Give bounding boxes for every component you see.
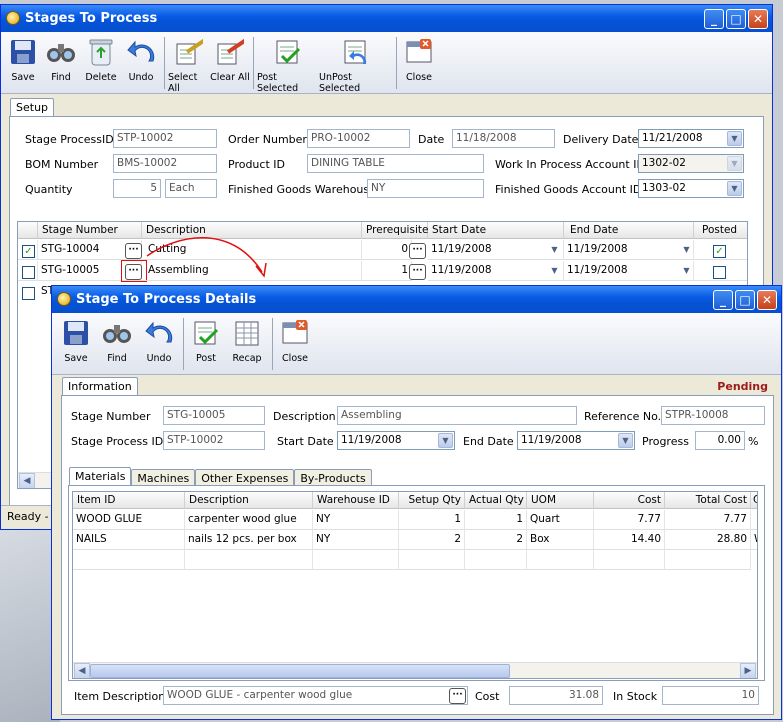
start-date-picker[interactable]: 11/19/2008 ▼ <box>337 431 455 450</box>
column-header[interactable]: Description <box>185 492 313 509</box>
column-header[interactable]: UOM <box>527 492 594 509</box>
setup-qty-cell[interactable]: 2 <box>399 530 465 550</box>
description-cell[interactable]: carpenter wood glue <box>185 510 313 530</box>
total-cost-cell[interactable]: 7.77 <box>665 510 751 530</box>
chevron-down-icon[interactable]: ▼ <box>618 433 633 448</box>
in-stock-field[interactable]: 10 <box>662 686 759 705</box>
recap-icon <box>233 319 261 347</box>
start-date-label: Start Date <box>277 435 334 448</box>
cost-field[interactable]: 31.08 <box>509 686 603 705</box>
undo-arrow-icon <box>145 319 173 347</box>
tab-information[interactable]: Information <box>62 377 138 395</box>
actual-qty-cell[interactable]: 1 <box>465 510 527 530</box>
chevron-down-icon[interactable]: ▼ <box>438 433 453 448</box>
materials-grid: Item ID Description Warehouse ID Setup Q… <box>72 491 758 679</box>
binoculars-icon <box>103 319 131 347</box>
item-description-label: Item Description <box>74 690 166 703</box>
percent-label: % <box>748 435 759 448</box>
close-window-icon <box>281 319 309 347</box>
cost-label: Cost <box>475 690 500 703</box>
item-id-cell[interactable]: NAILS <box>73 530 185 550</box>
stage-process-id-label: Stage Process ID <box>71 435 164 448</box>
ellipsis-button[interactable]: ··· <box>449 688 466 704</box>
details-title-bar[interactable]: Stage To Process Details _ □ ✕ <box>52 286 781 313</box>
setup-qty-cell[interactable]: 1 <box>399 510 465 530</box>
stage-number-field[interactable]: STG-10005 <box>163 406 265 425</box>
warehouse-cell[interactable]: NY <box>313 510 399 530</box>
column-header[interactable]: Setup Qty <box>399 492 465 509</box>
pending-status: Pending <box>717 380 768 393</box>
recap-button[interactable]: Recap <box>225 313 269 373</box>
column-header[interactable]: Total Cost <box>665 492 751 509</box>
progress-label: Progress <box>642 435 689 448</box>
progress-field[interactable]: 0.00 <box>695 431 745 450</box>
cost-cell[interactable]: 14.40 <box>594 530 665 550</box>
uom-cell[interactable]: Box <box>527 530 594 550</box>
warehouse-cell[interactable]: NY <box>313 530 399 550</box>
reference-no-label: Reference No. <box>584 410 662 423</box>
post-button[interactable]: Post <box>187 313 225 373</box>
reference-no-field[interactable]: STPR-10008 <box>661 406 765 425</box>
cost-cell[interactable]: 7.77 <box>594 510 665 530</box>
find-button[interactable]: Find <box>96 313 138 373</box>
toolbar-separator <box>272 318 273 370</box>
toolbar-separator <box>183 318 184 370</box>
floppy-icon <box>62 319 90 347</box>
minimize-button[interactable]: _ <box>713 290 733 310</box>
total-cost-cell[interactable]: 28.80 <box>665 530 751 550</box>
details-window-title: Stage To Process Details <box>76 292 257 307</box>
close-button[interactable]: Close <box>276 313 314 373</box>
post-icon <box>192 319 220 347</box>
extra-cell[interactable] <box>751 510 757 530</box>
undo-button[interactable]: Undo <box>138 313 180 373</box>
close-window-button[interactable]: ✕ <box>757 290 777 310</box>
actual-qty-cell[interactable]: 2 <box>465 530 527 550</box>
stage-to-process-details-window: Stage To Process Details _ □ ✕ Save Find… <box>51 285 782 720</box>
scrollbar-thumb[interactable] <box>90 664 510 678</box>
column-header[interactable]: Item ID <box>73 492 185 509</box>
column-header[interactable]: C <box>751 492 757 509</box>
save-button[interactable]: Save <box>56 313 96 373</box>
stage-process-id-field[interactable]: STP-10002 <box>163 431 265 450</box>
in-stock-label: In Stock <box>613 690 658 703</box>
item-id-cell[interactable]: WOOD GLUE <box>73 510 185 530</box>
details-toolbar: Save Find Undo Post Recap Close <box>52 313 781 375</box>
extra-cell[interactable]: W <box>751 530 757 550</box>
end-date-label: End Date <box>463 435 514 448</box>
uom-cell[interactable]: Quart <box>527 510 594 530</box>
app-icon <box>57 292 71 306</box>
column-header[interactable]: Warehouse ID <box>313 492 399 509</box>
stage-number-label: Stage Number <box>71 410 151 423</box>
tab-materials[interactable]: Materials <box>69 467 132 487</box>
column-header[interactable]: Cost <box>594 492 665 509</box>
scroll-right-arrow[interactable]: ▶ <box>740 663 756 678</box>
description-field[interactable]: Assembling <box>337 406 577 425</box>
maximize-button[interactable]: □ <box>735 290 755 310</box>
item-description-field[interactable]: WOOD GLUE - carpenter wood glue <box>163 686 468 705</box>
description-label: Description <box>273 410 336 423</box>
end-date-picker[interactable]: 11/19/2008 ▼ <box>517 431 635 450</box>
description-cell[interactable]: nails 12 pcs. per box <box>185 530 313 550</box>
scroll-left-arrow[interactable]: ◀ <box>74 663 90 678</box>
column-header[interactable]: Actual Qty <box>465 492 527 509</box>
